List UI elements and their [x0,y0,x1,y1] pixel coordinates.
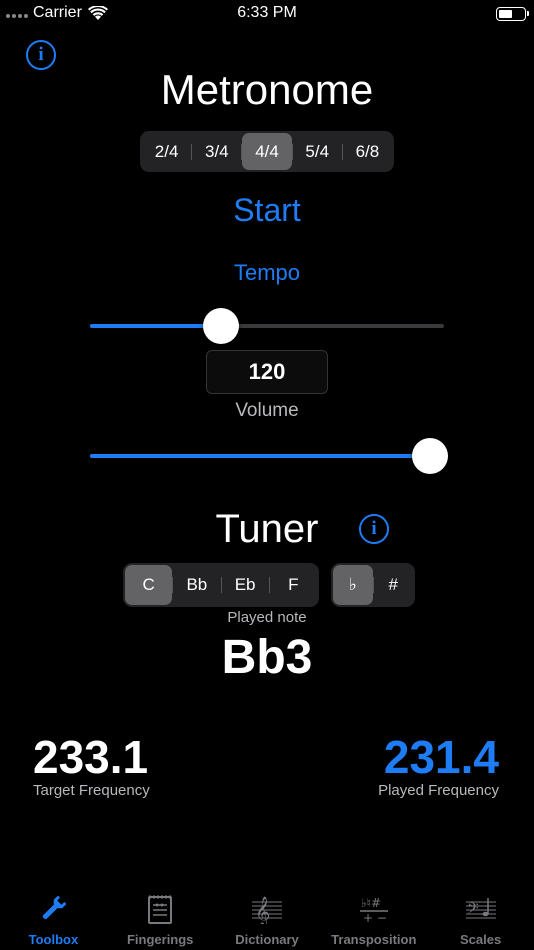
tempo-slider-fill [90,324,221,328]
tuner-info-button[interactable]: i [359,514,389,544]
fingering-chart-icon [148,895,173,924]
accidental-control: ♭ # [331,563,415,607]
played-note-label: Played note [227,609,307,626]
volume-slider-fill [90,454,430,458]
accidental-option-1[interactable]: # [374,565,414,605]
time-signature-option-0[interactable]: 2/4 [142,133,191,170]
tab-label: Toolbox [28,932,79,947]
tab-label: Dictionary [235,932,299,947]
target-frequency-label: Target Frequency [33,782,150,799]
tuner-title: Tuner [215,507,319,551]
tab-label: Transposition [331,932,417,947]
transposition-option-1[interactable]: Bb [173,565,220,605]
tab-fingerings[interactable]: Fingerings [107,888,214,950]
svg-text:+ −: + − [363,911,387,924]
time-signature-control: 2/4 3/4 4/4 5/4 6/8 [140,131,394,172]
svg-text:𝄞: 𝄞 [255,896,270,924]
tab-toolbox[interactable]: Toolbox [0,888,107,950]
played-frequency-label: Played Frequency [378,782,499,799]
tab-label: Fingerings [126,932,194,947]
tempo-label: Tempo [233,260,301,285]
battery-fill [499,10,512,18]
start-button[interactable]: Start [0,192,534,229]
transposition-option-2[interactable]: Eb [222,565,269,605]
time-signature-option-1[interactable]: 3/4 [192,133,241,170]
metronome-title: Metronome [160,66,374,113]
bass-clef-icon: 𝄢 [465,898,496,921]
tab-bar: Toolbox Fingerings 𝄞 Dictionary ♭♮# + − [0,888,534,950]
tempo-slider-thumb[interactable] [202,308,239,344]
treble-clef-icon: 𝄞 [251,896,282,924]
target-frequency-value: 233.1 [33,731,149,783]
wrench-icon [43,895,67,920]
battery-icon [496,7,529,21]
played-frequency-value: 231.4 [383,731,499,783]
tab-transposition[interactable]: ♭♮# + − Transposition [320,888,427,950]
time-signature-option-3[interactable]: 5/4 [293,133,342,170]
tab-label: Scales [459,932,502,947]
accidental-option-0[interactable]: ♭ [333,565,373,605]
info-icon: i [38,44,44,65]
time-signature-option-2[interactable]: 4/4 [242,133,292,170]
time-signature-option-4[interactable]: 6/8 [343,133,392,170]
transposition-control: C Bb Eb F [123,563,319,607]
tempo-input[interactable]: 120 [206,350,328,394]
info-icon: i [371,518,377,539]
svg-text:♭♮#: ♭♮# [361,896,381,910]
tab-scales[interactable]: 𝄢 Scales [427,888,534,950]
tab-dictionary[interactable]: 𝄞 Dictionary [214,888,321,950]
svg-text:𝄢: 𝄢 [467,900,479,921]
volume-slider[interactable] [90,438,448,474]
transposition-option-0[interactable]: C [125,565,173,605]
status-time: 6:33 PM [237,4,297,21]
volume-slider-thumb[interactable] [411,438,448,474]
tempo-slider[interactable] [90,308,444,344]
transposition-option-3[interactable]: F [270,565,317,605]
played-note: Bb3 [221,631,313,684]
transposition-icon: ♭♮# + − [359,896,388,924]
volume-label: Volume [235,400,299,421]
status-bar: Carrier 6:33 PM [0,0,534,28]
